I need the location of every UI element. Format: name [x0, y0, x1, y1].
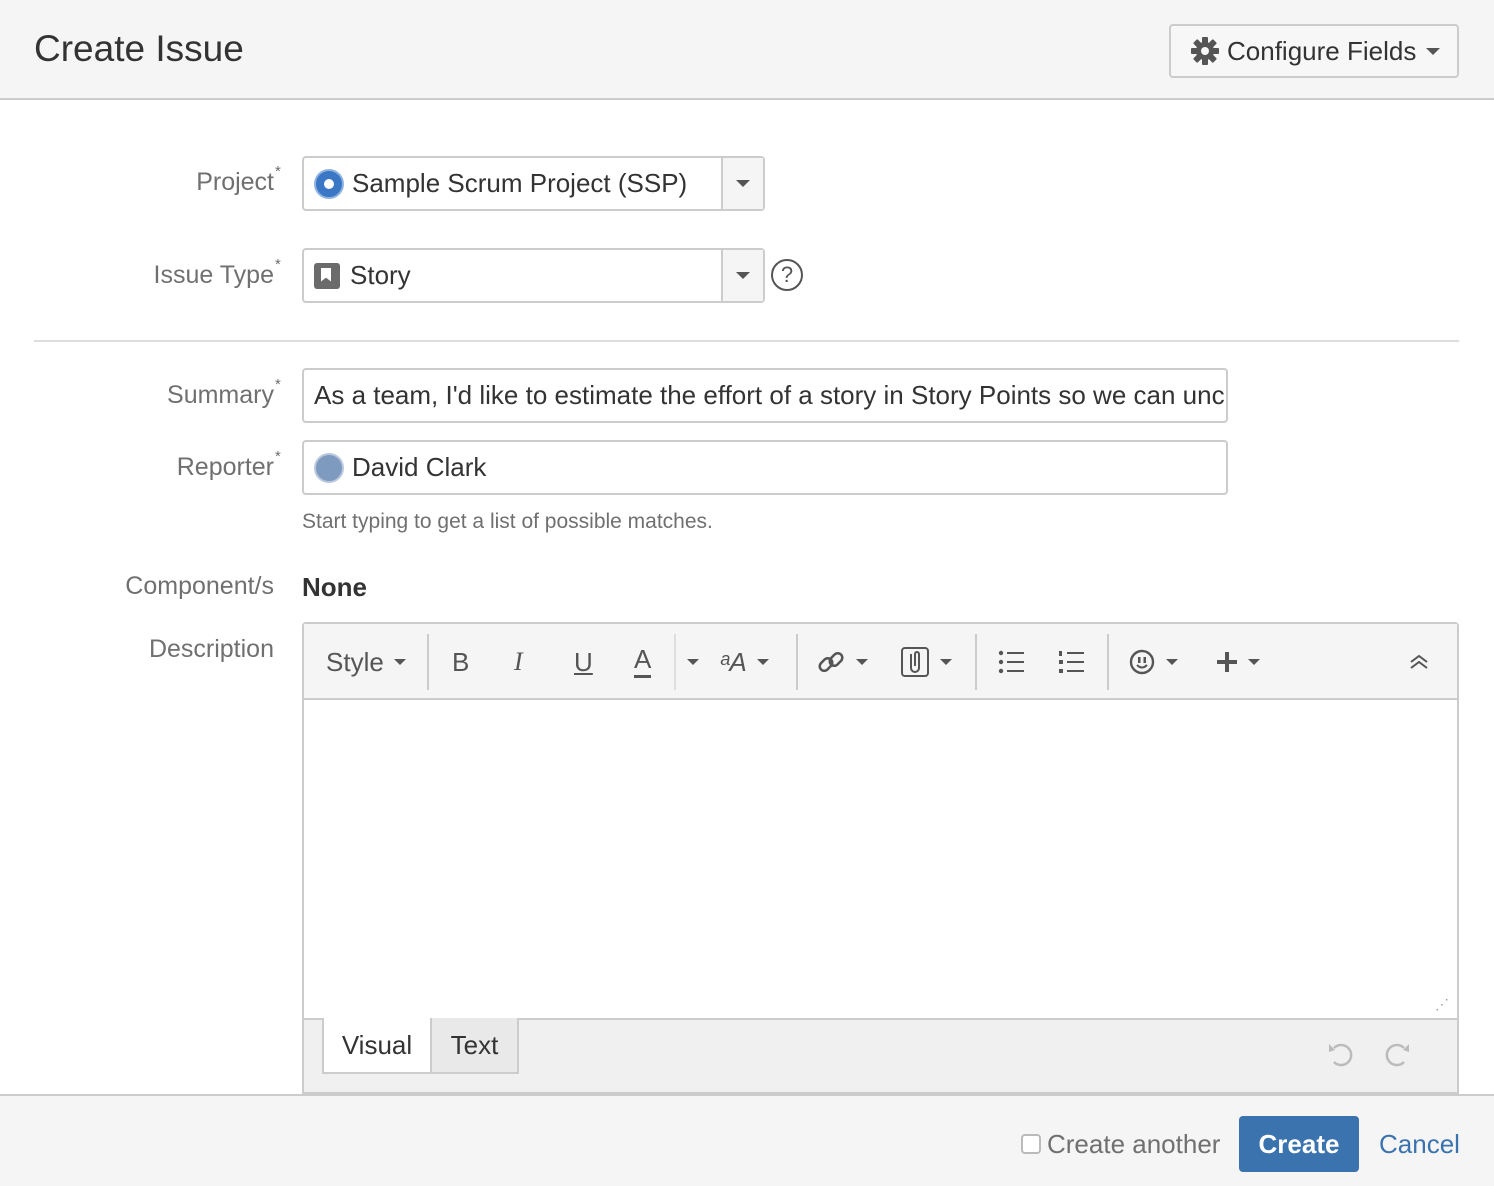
story-icon: [314, 262, 340, 289]
chevron-down-icon: [736, 180, 750, 187]
chevron-down-icon: [1248, 659, 1260, 665]
configure-fields-label: Configure Fields: [1227, 35, 1417, 66]
reporter-input[interactable]: David Clark: [302, 440, 1228, 495]
required-marker: *: [275, 256, 281, 273]
summary-label: Summary: [167, 381, 274, 409]
components-value: None: [302, 572, 367, 602]
dialog-title: Create Issue: [34, 28, 244, 69]
required-marker: *: [275, 448, 281, 465]
tab-text[interactable]: Text: [430, 1018, 519, 1074]
bullet-list-icon: [998, 650, 1024, 674]
chevron-down-icon: [856, 659, 868, 665]
link-button[interactable]: [816, 644, 868, 680]
text-color-dropdown[interactable]: [677, 644, 699, 680]
attachment-icon: [901, 647, 929, 677]
create-another-checkbox[interactable]: [1021, 1134, 1041, 1154]
underline-button[interactable]: U: [574, 644, 593, 680]
italic-button[interactable]: I: [514, 644, 523, 680]
divider: [34, 340, 1459, 342]
toolbar-separator: [427, 634, 429, 690]
configure-fields-button[interactable]: Configure Fields: [1169, 24, 1459, 78]
dialog-footer: Create another Create Cancel: [0, 1094, 1494, 1186]
reporter-label: Reporter: [176, 453, 274, 481]
project-label: Project: [196, 168, 274, 196]
chevron-down-icon: [756, 659, 769, 665]
summary-input[interactable]: As a team, I'd like to estimate the effo…: [302, 368, 1228, 423]
required-marker: *: [275, 376, 281, 393]
collapse-icon: [1410, 654, 1428, 669]
emoji-icon: [1129, 649, 1155, 675]
numbered-list-button[interactable]: [1058, 644, 1086, 680]
summary-value: As a team, I'd like to estimate the effo…: [314, 380, 1225, 410]
bullet-list-button[interactable]: [998, 644, 1026, 680]
plus-icon: [1217, 652, 1237, 672]
description-editor: Style B I U A ᵃA ⋰ Visual Text: [302, 622, 1459, 1094]
project-select[interactable]: Sample Scrum Project (SSP): [302, 156, 765, 211]
description-textarea[interactable]: [304, 700, 1457, 1018]
chevron-down-icon: [393, 659, 406, 665]
chevron-down-icon: [940, 659, 952, 665]
create-button[interactable]: Create: [1239, 1116, 1359, 1172]
project-avatar-icon: [314, 168, 344, 199]
chevron-down-icon: [687, 659, 699, 665]
gear-icon: [1191, 37, 1219, 65]
toolbar-separator: [975, 634, 977, 690]
reporter-value: David Clark: [352, 452, 487, 482]
text-color-button[interactable]: A: [634, 644, 652, 678]
project-value: Sample Scrum Project (SSP): [352, 168, 688, 198]
project-dropdown-toggle[interactable]: [721, 158, 763, 209]
editor-toolbar: Style B I U A ᵃA: [304, 624, 1457, 700]
style-dropdown[interactable]: Style: [326, 644, 406, 680]
attachment-button[interactable]: [900, 644, 952, 680]
undo-icon[interactable]: [1326, 1040, 1356, 1070]
cancel-link[interactable]: Cancel: [1379, 1129, 1460, 1160]
text-effects-dropdown[interactable]: ᵃA: [720, 644, 769, 680]
insert-more-dropdown[interactable]: [1216, 644, 1260, 680]
create-another-label[interactable]: Create another: [1047, 1129, 1220, 1160]
collapse-toolbar-button[interactable]: [1408, 644, 1430, 680]
toolbar-separator: [796, 634, 798, 690]
chevron-down-icon: [1166, 659, 1178, 665]
editor-mode-bar: Visual Text: [304, 1018, 1457, 1092]
description-label: Description: [148, 635, 274, 663]
chevron-down-icon: [1426, 47, 1441, 55]
resize-handle-icon[interactable]: ⋰: [1435, 996, 1451, 1012]
help-icon[interactable]: ?: [771, 259, 803, 291]
emoji-dropdown[interactable]: [1128, 644, 1178, 680]
issue-type-value: Story: [350, 260, 411, 290]
user-avatar-icon: [314, 452, 344, 483]
issue-type-select[interactable]: Story: [302, 248, 765, 303]
chevron-down-icon: [736, 272, 750, 279]
toolbar-separator: [1107, 634, 1109, 690]
bold-button[interactable]: B: [452, 644, 469, 680]
required-marker: *: [275, 163, 281, 180]
redo-icon[interactable]: [1382, 1040, 1412, 1070]
dialog-header: Create Issue Configure Fields: [0, 0, 1494, 100]
link-icon: [818, 651, 844, 673]
toolbar-separator: [674, 634, 676, 690]
reporter-hint: Start typing to get a list of possible m…: [302, 510, 713, 533]
issue-type-label: Issue Type: [153, 261, 274, 289]
numbered-list-icon: [1059, 651, 1084, 673]
tab-visual[interactable]: Visual: [322, 1018, 432, 1074]
components-label: Component/s: [125, 572, 274, 600]
issue-type-dropdown-toggle[interactable]: [721, 250, 763, 301]
